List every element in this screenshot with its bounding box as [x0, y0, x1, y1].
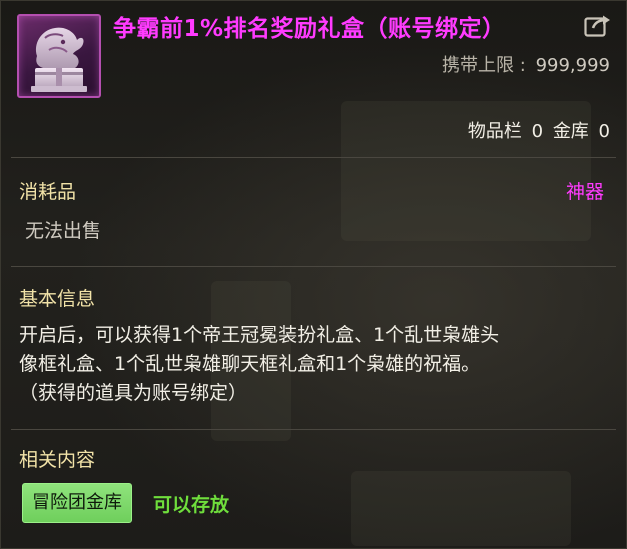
item-grade: 神器 [565, 181, 604, 203]
related-content-title: 相关内容 [19, 449, 96, 471]
description-line: （获得的道具为账号绑定） [19, 382, 248, 404]
inventory-count: 0 [531, 121, 544, 142]
description-line: 像框礼盒、1个乱世枭雄聊天框礼盒和1个枭雄的祝福。 [19, 353, 481, 375]
carry-limit-label: 携带上限 : [442, 55, 526, 76]
sell-status: 无法出售 [25, 220, 102, 242]
divider [11, 429, 616, 430]
description-line: 开启后，可以获得1个帝王冠冕装扮礼盒、1个乱世枭雄头 [19, 324, 500, 346]
basic-info-title: 基本信息 [19, 288, 96, 310]
carry-limit: 携带上限 : 999,999 [442, 51, 610, 77]
item-description: 开启后，可以获得1个帝王冠冕装扮礼盒、1个乱世枭雄头 像框礼盒、1个乱世枭雄聊天… [19, 321, 614, 408]
adventure-vault-button[interactable]: 冒险团金库 [22, 483, 132, 523]
storage-counts: 物品栏 0 金库 0 [464, 117, 610, 143]
item-title: 争霸前1%排名奖励礼盒（账号绑定） [113, 16, 506, 42]
background-art [351, 471, 571, 546]
storable-status: 可以存放 [153, 494, 230, 516]
item-tooltip: 争霸前1%排名奖励礼盒（账号绑定） 携带上限 : 999,999 物品栏 0 金… [0, 0, 627, 549]
inventory-label: 物品栏 [467, 121, 522, 142]
item-type: 消耗品 [19, 181, 77, 203]
dragon-gift-box-icon [17, 14, 101, 98]
divider [11, 266, 616, 267]
share-icon[interactable] [584, 13, 612, 37]
vault-label: 金库 [552, 121, 589, 142]
carry-limit-value: 999,999 [535, 55, 610, 76]
divider [11, 157, 616, 158]
vault-count: 0 [598, 121, 610, 142]
